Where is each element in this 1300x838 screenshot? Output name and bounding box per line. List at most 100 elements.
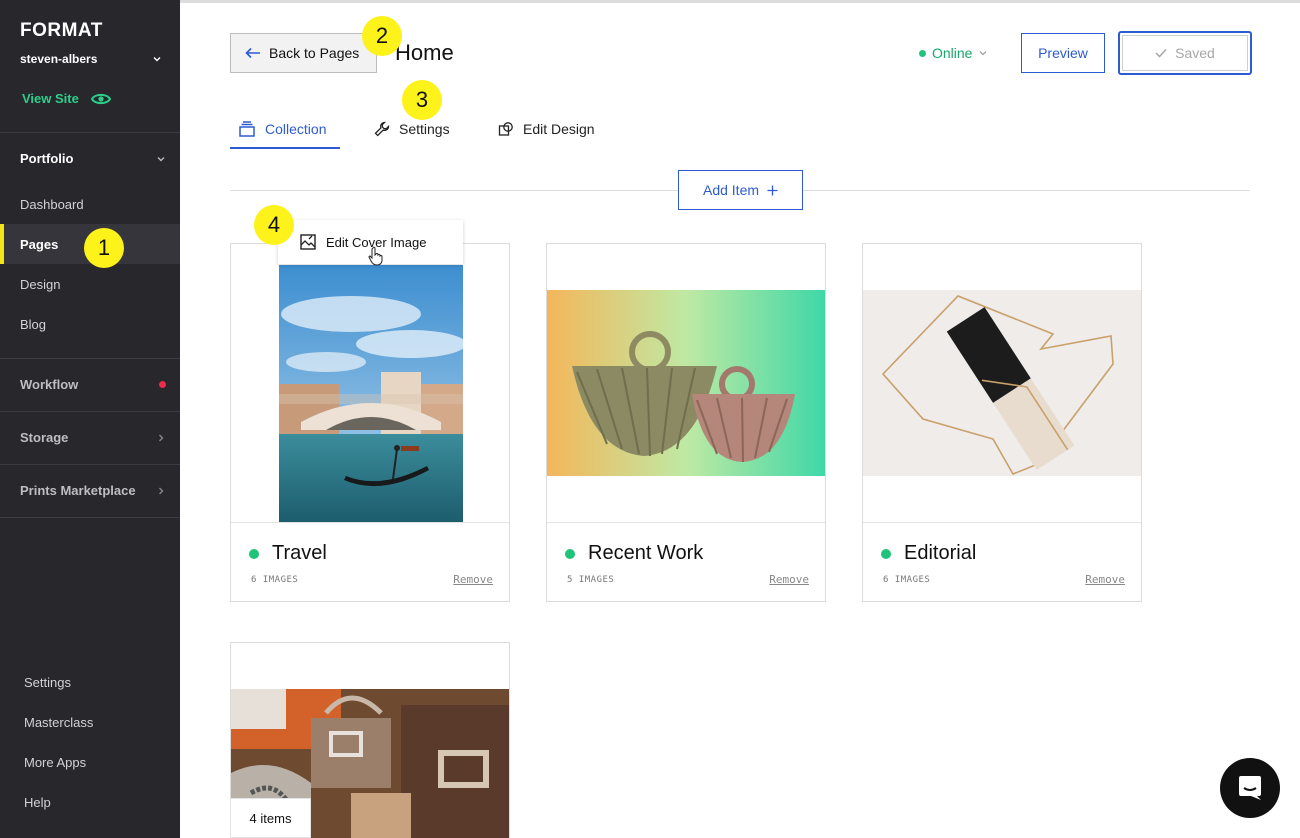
card-title[interactable]: Recent Work bbox=[565, 542, 703, 565]
saved-label: Saved bbox=[1175, 45, 1215, 61]
collection-card-travel[interactable]: Travel 6 IMAGES Remove bbox=[230, 243, 510, 602]
card-image-count: 6 IMAGES bbox=[251, 575, 299, 585]
section-portfolio[interactable]: Portfolio bbox=[20, 151, 166, 166]
saved-button[interactable]: Saved bbox=[1118, 31, 1252, 75]
editorial-cover-image bbox=[863, 290, 1141, 476]
venice-cover-image bbox=[279, 265, 466, 522]
sidebar-divider bbox=[0, 411, 180, 412]
online-dot bbox=[919, 49, 926, 57]
sidebar-bottom-masterclass[interactable]: Masterclass bbox=[24, 715, 93, 730]
sidebar-item-label: Blog bbox=[20, 316, 47, 332]
status-dropdown[interactable]: Online bbox=[919, 45, 988, 61]
tab-label: Collection bbox=[265, 121, 327, 137]
format-logo[interactable]: FORMAT bbox=[20, 20, 103, 42]
chevron-right-icon bbox=[159, 487, 164, 494]
sidebar-divider bbox=[0, 517, 180, 518]
hand-cursor-icon bbox=[368, 246, 383, 266]
sidebar-item-design[interactable]: Design bbox=[0, 264, 180, 304]
sidebar: FORMAT steven-albers View Site Portfolio… bbox=[0, 0, 180, 838]
sidebar-item-label: Dashboard bbox=[20, 196, 84, 212]
tab-label: Settings bbox=[399, 121, 450, 137]
chevron-down-icon bbox=[980, 51, 987, 56]
remove-link[interactable]: Remove bbox=[769, 573, 809, 586]
section-portfolio-label: Portfolio bbox=[20, 151, 74, 166]
notification-dot bbox=[159, 381, 166, 388]
online-dot bbox=[881, 548, 891, 559]
sidebar-divider bbox=[0, 464, 180, 465]
collection-icon bbox=[239, 121, 255, 137]
chat-icon bbox=[1239, 776, 1261, 800]
view-site-label: View Site bbox=[22, 91, 79, 106]
wrench-icon bbox=[374, 121, 390, 137]
section-prints-marketplace[interactable]: Prints Marketplace bbox=[20, 483, 166, 498]
arrow-left-icon bbox=[245, 47, 260, 59]
preview-button[interactable]: Preview bbox=[1021, 33, 1105, 73]
sidebar-item-label: Pages bbox=[20, 236, 59, 252]
status-label: Online bbox=[932, 45, 973, 61]
app-root: FORMAT steven-albers View Site Portfolio… bbox=[0, 0, 1300, 838]
add-item-label: Add Item bbox=[702, 182, 760, 198]
image-edit-icon bbox=[300, 234, 316, 250]
card-image-count: 5 IMAGES bbox=[567, 575, 615, 585]
items-count-tag: 4 items bbox=[230, 798, 311, 838]
card-title[interactable]: Editorial bbox=[881, 542, 976, 565]
sidebar-item-label: Design bbox=[20, 276, 61, 292]
section-storage-label: Storage bbox=[20, 430, 69, 445]
annotation-badge: 4 bbox=[254, 205, 294, 245]
card-meta: Recent Work 5 IMAGES Remove bbox=[547, 522, 825, 601]
plus-icon bbox=[767, 185, 778, 195]
back-to-pages-button[interactable]: Back to Pages bbox=[230, 33, 377, 73]
account-name: steven-albers bbox=[20, 52, 98, 66]
check-icon bbox=[1155, 48, 1167, 58]
section-workflow[interactable]: Workflow bbox=[20, 377, 166, 392]
online-dot bbox=[249, 548, 259, 559]
design-shapes-icon bbox=[498, 122, 513, 136]
chat-launcher-button[interactable] bbox=[1220, 758, 1280, 818]
remove-link[interactable]: Remove bbox=[453, 573, 493, 586]
sidebar-bottom-help[interactable]: Help bbox=[24, 795, 51, 810]
saved-button-inner: Saved bbox=[1122, 35, 1248, 71]
collection-card-editorial[interactable]: Editorial 6 IMAGES Remove bbox=[862, 243, 1142, 602]
bags-cover-image bbox=[547, 290, 825, 476]
sidebar-item-dashboard[interactable]: Dashboard bbox=[0, 184, 180, 224]
online-dot bbox=[565, 548, 575, 559]
eye-icon bbox=[90, 93, 111, 104]
view-site-link[interactable]: View Site bbox=[22, 91, 111, 106]
card-meta: Travel 6 IMAGES Remove bbox=[231, 522, 509, 601]
cover-image[interactable] bbox=[231, 244, 509, 522]
card-title-text: Recent Work bbox=[588, 542, 704, 564]
cover-image[interactable] bbox=[547, 244, 825, 522]
active-tab-indicator bbox=[230, 147, 340, 149]
annotation-badge: 1 bbox=[84, 228, 124, 268]
sidebar-divider bbox=[0, 132, 180, 133]
sidebar-bottom-more-apps[interactable]: More Apps bbox=[24, 755, 86, 770]
annotation-badge: 2 bbox=[362, 16, 402, 56]
chevron-down-icon bbox=[153, 57, 161, 62]
cover-image[interactable] bbox=[863, 244, 1141, 522]
top-border bbox=[0, 0, 1300, 3]
tab-settings[interactable]: Settings bbox=[374, 121, 450, 137]
card-title-text: Editorial bbox=[904, 542, 977, 564]
sidebar-divider bbox=[0, 358, 180, 359]
sidebar-item-blog[interactable]: Blog bbox=[0, 304, 180, 344]
card-meta: Editorial 6 IMAGES Remove bbox=[863, 522, 1141, 601]
section-prints-label: Prints Marketplace bbox=[20, 483, 136, 498]
card-title-text: Travel bbox=[272, 542, 327, 564]
tab-collection[interactable]: Collection bbox=[238, 121, 326, 137]
tab-label: Edit Design bbox=[523, 121, 595, 137]
sidebar-bottom-settings[interactable]: Settings bbox=[24, 675, 71, 690]
section-workflow-label: Workflow bbox=[20, 377, 79, 392]
add-item-button[interactable]: Add Item bbox=[678, 170, 803, 210]
chevron-down-icon bbox=[157, 156, 165, 161]
card-title[interactable]: Travel bbox=[249, 542, 327, 565]
section-storage[interactable]: Storage bbox=[20, 430, 166, 445]
tab-edit-design[interactable]: Edit Design bbox=[498, 121, 595, 137]
account-switcher[interactable]: steven-albers bbox=[20, 52, 162, 66]
page-title: Home bbox=[395, 40, 454, 65]
chevron-right-icon bbox=[159, 434, 164, 441]
collection-card-recent-work[interactable]: Recent Work 5 IMAGES Remove bbox=[546, 243, 826, 602]
remove-link[interactable]: Remove bbox=[1085, 573, 1125, 586]
back-to-pages-label: Back to Pages bbox=[269, 45, 360, 61]
annotation-badge: 3 bbox=[402, 80, 442, 120]
card-image-count: 6 IMAGES bbox=[883, 575, 931, 585]
